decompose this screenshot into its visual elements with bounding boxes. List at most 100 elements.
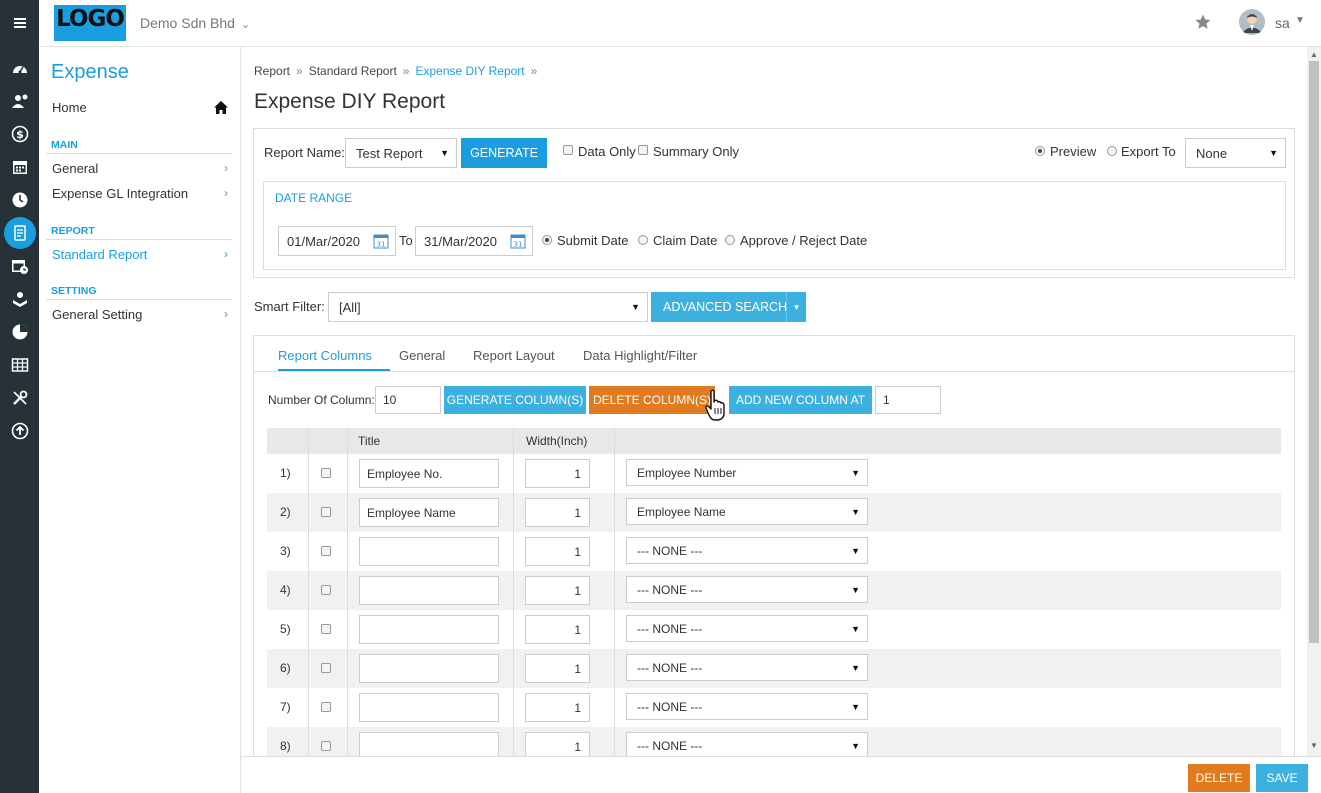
date-to-value: 31/Mar/2020 [424, 233, 497, 249]
advanced-search-label: ADVANCED SEARCH [663, 300, 788, 314]
column-field-select[interactable]: --- NONE --- ▼ [626, 732, 868, 756]
column-field-select[interactable]: Employee Name ▼ [626, 498, 868, 525]
add-column-position-input[interactable]: 1 [875, 386, 941, 414]
schedule-icon[interactable] [0, 249, 39, 282]
chevron-right-icon: › [224, 247, 228, 261]
table-icon[interactable] [0, 348, 39, 381]
column-field-select[interactable]: --- NONE --- ▼ [626, 537, 868, 564]
tab-report-columns[interactable]: Report Columns [278, 348, 372, 363]
column-width-input[interactable]: 1 [525, 654, 590, 683]
preview-radio[interactable] [1035, 146, 1045, 156]
column-title-input[interactable] [359, 654, 499, 683]
column-title-input[interactable]: Employee Name [359, 498, 499, 527]
tools-icon[interactable] [0, 381, 39, 414]
row-select-checkbox[interactable] [321, 546, 331, 556]
summary-only-checkbox[interactable] [638, 145, 648, 155]
advanced-search-button[interactable]: ADVANCED SEARCH ▼ [651, 292, 806, 322]
tab-divider [254, 371, 1294, 372]
data-only-checkbox[interactable] [563, 145, 573, 155]
export-format-select[interactable]: None ▼ [1185, 138, 1286, 168]
generate-button[interactable]: GENERATE [461, 138, 547, 168]
number-of-column-input[interactable]: 10 [375, 386, 441, 414]
tab-data-highlight-filter[interactable]: Data Highlight/Filter [583, 348, 697, 363]
smart-filter-select[interactable]: [All] ▼ [328, 292, 648, 322]
column-title-input[interactable] [359, 732, 499, 756]
avatar[interactable] [1239, 9, 1265, 35]
sidebar-item-general-setting[interactable]: General Setting › [46, 302, 232, 327]
clock-icon[interactable] [0, 183, 39, 216]
scrollbar-thumb[interactable] [1309, 61, 1319, 643]
company-selector[interactable]: Demo Sdn Bhd ⌄ [140, 15, 250, 31]
column-field-select[interactable]: --- NONE --- ▼ [626, 693, 868, 720]
dashboard-icon[interactable] [0, 52, 39, 85]
approve-reject-date-radio[interactable] [725, 235, 735, 245]
timesheet-icon[interactable] [0, 315, 39, 348]
expense-report-icon[interactable] [0, 216, 39, 249]
upload-icon[interactable] [0, 414, 39, 447]
benefit-icon[interactable] [0, 282, 39, 315]
payroll-icon[interactable]: $ [0, 117, 39, 150]
export-to-radio[interactable] [1107, 146, 1117, 156]
report-name-select[interactable]: Test Report ▼ [345, 138, 457, 168]
column-field-value: Employee Name [637, 504, 726, 519]
row-select-checkbox[interactable] [321, 468, 331, 478]
row-select-checkbox[interactable] [321, 702, 331, 712]
column-title-input[interactable] [359, 576, 499, 605]
column-width-input[interactable]: 1 [525, 576, 590, 605]
submit-date-radio[interactable] [542, 235, 552, 245]
add-new-column-at-button[interactable]: ADD NEW COLUMN AT [729, 386, 872, 414]
column-width-input[interactable]: 1 [525, 537, 590, 566]
column-field-select[interactable]: Employee Number ▼ [626, 459, 868, 486]
calendar-picker-icon[interactable]: 31 [510, 233, 526, 249]
advanced-search-caret-icon[interactable]: ▼ [786, 292, 806, 322]
save-button[interactable]: SAVE [1256, 764, 1308, 792]
tab-general[interactable]: General [399, 348, 445, 363]
breadcrumb-current[interactable]: Expense DIY Report [415, 64, 524, 78]
table-row: 7) 1 --- NONE --- ▼ [267, 688, 1281, 727]
column-field-select[interactable]: --- NONE --- ▼ [626, 654, 868, 681]
row-select-checkbox[interactable] [321, 741, 331, 751]
sidebar-item-standard-report[interactable]: Standard Report › [46, 242, 232, 267]
column-title-input[interactable] [359, 693, 499, 722]
breadcrumb-standard-report[interactable]: Standard Report [309, 64, 397, 78]
sidebar-item-home[interactable]: Home [46, 95, 232, 120]
row-select-checkbox[interactable] [321, 585, 331, 595]
column-width-input[interactable]: 1 [525, 498, 590, 527]
scroll-down-icon[interactable]: ▼ [1310, 741, 1318, 750]
delete-button[interactable]: DELETE [1188, 764, 1250, 792]
column-field-select[interactable]: --- NONE --- ▼ [626, 576, 868, 603]
calendar-icon[interactable] [0, 150, 39, 183]
favorite-star-icon[interactable] [1194, 13, 1212, 31]
menu-toggle-icon[interactable] [0, 6, 39, 39]
employee-icon[interactable] [0, 84, 39, 117]
column-width-input[interactable]: 1 [525, 693, 590, 722]
column-width-input[interactable]: 1 [525, 459, 590, 488]
calendar-picker-icon[interactable]: 31 [373, 233, 389, 249]
vertical-scrollbar[interactable]: ▲ ▼ [1307, 47, 1321, 756]
user-menu-caret-icon[interactable]: ▼ [1295, 15, 1305, 26]
row-select-checkbox[interactable] [321, 507, 331, 517]
row-select-checkbox[interactable] [321, 663, 331, 673]
date-to-field[interactable]: 31/Mar/2020 31 [415, 226, 533, 256]
delete-columns-button[interactable]: DELETE COLUMN(S) [589, 386, 715, 414]
column-width-input[interactable]: 1 [525, 615, 590, 644]
row-select-checkbox[interactable] [321, 624, 331, 634]
column-field-select[interactable]: --- NONE --- ▼ [626, 615, 868, 642]
generate-columns-button[interactable]: GENERATE COLUMN(S) [444, 386, 586, 414]
claim-date-radio[interactable] [638, 235, 648, 245]
table-row: 6) 1 --- NONE --- ▼ [267, 649, 1281, 688]
column-title-input[interactable]: Employee No. [359, 459, 499, 488]
column-width-input[interactable]: 1 [525, 732, 590, 756]
company-logo[interactable]: LOGO [54, 5, 126, 41]
column-title-input[interactable] [359, 615, 499, 644]
breadcrumb-report[interactable]: Report [254, 64, 290, 78]
username[interactable]: sa [1275, 15, 1290, 31]
sidebar-item-general[interactable]: General › [46, 156, 232, 181]
row-number: 8) [280, 739, 291, 753]
sidebar-item-gl-integration[interactable]: Expense GL Integration › [46, 181, 232, 206]
date-from-field[interactable]: 01/Mar/2020 31 [278, 226, 396, 256]
scroll-up-icon[interactable]: ▲ [1310, 50, 1318, 59]
column-title-input[interactable] [359, 537, 499, 566]
column-field-value: --- NONE --- [637, 738, 703, 753]
tab-report-layout[interactable]: Report Layout [473, 348, 555, 363]
